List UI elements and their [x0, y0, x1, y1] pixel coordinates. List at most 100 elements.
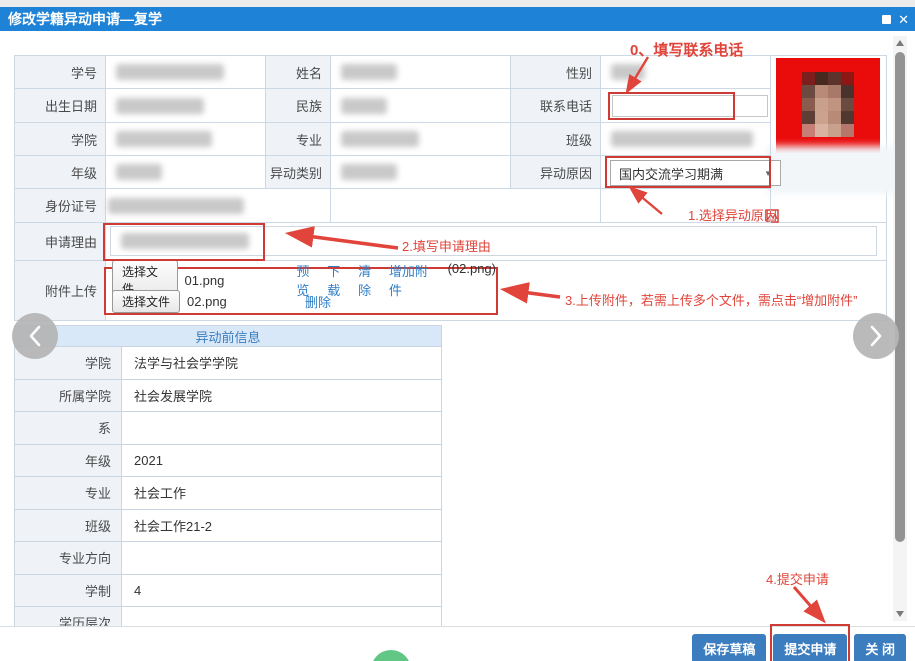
modal-footer: 保存草稿 提交申请 关 闭	[0, 626, 915, 661]
photo-cell	[771, 56, 887, 223]
major-label: 专业	[266, 123, 331, 156]
redacted-blur	[341, 98, 387, 114]
ethnicity-value	[331, 89, 511, 123]
row-label: 专业方向	[15, 542, 122, 574]
student-id-value	[106, 56, 266, 89]
table-row: 年级 2021	[15, 444, 441, 477]
redacted-blur	[121, 233, 249, 249]
row-value: 法学与社会学学院	[122, 347, 441, 379]
birth-date-value	[106, 89, 266, 123]
change-reason-label: 异动原因	[511, 156, 601, 189]
change-type-value	[331, 156, 511, 189]
photo-red-background	[776, 58, 880, 153]
annotation-step1: 1.选择异动原因	[688, 205, 777, 224]
redacted-blur	[611, 64, 645, 80]
row-value: 社会工作	[122, 477, 441, 509]
grade-value	[106, 156, 266, 189]
ethnicity-label: 民族	[266, 89, 331, 123]
file-name: 01.png	[185, 273, 297, 288]
change-type-label: 异动类别	[266, 156, 331, 189]
change-reason-select[interactable]: 国内交流学习期满 ▼	[610, 160, 781, 186]
delete-link[interactable]: 删除	[305, 292, 331, 311]
phone-cell	[601, 89, 771, 123]
apply-reason-label: 申请理由	[15, 223, 106, 261]
student-id-label: 学号	[15, 56, 106, 89]
phone-label: 联系电话	[511, 89, 601, 123]
row-label: 班级	[15, 510, 122, 542]
id-number-value	[106, 189, 331, 223]
student-change-application-modal: 修改学籍异动申请—复学 ✕ 学号 姓名 性别	[0, 0, 915, 661]
attachment-row-1: 选择文件 01.png 预览 下载 清除 增加附件 (02.png)	[112, 270, 496, 291]
name-label: 姓名	[266, 56, 331, 89]
class-value	[601, 123, 771, 156]
save-draft-button[interactable]: 保存草稿	[692, 634, 766, 661]
annotation-step2: 2.填写申请理由	[402, 236, 491, 255]
id-number-label: 身份证号	[15, 189, 106, 223]
row-value: 社会工作21-2	[122, 510, 441, 542]
row-label: 专业	[15, 477, 122, 509]
scroll-up-icon[interactable]	[896, 40, 904, 46]
change-reason-cell: 国内交流学习期满 ▼	[601, 156, 771, 189]
row-value: 4	[122, 575, 441, 607]
before-info-header: 异动前信息	[15, 326, 441, 346]
grade-label: 年级	[15, 156, 106, 189]
modal-title: 修改学籍异动申请—复学	[0, 9, 162, 29]
chevron-right-icon	[869, 325, 883, 347]
table-row: 班级 社会工作21-2	[15, 509, 441, 542]
pixelated-face	[802, 72, 854, 137]
apply-reason-textarea[interactable]	[110, 226, 877, 256]
birth-date-label: 出生日期	[15, 89, 106, 123]
row-value: 2021	[122, 445, 441, 477]
attachment-label: 附件上传	[15, 261, 106, 321]
row-label: 年级	[15, 445, 122, 477]
choose-file-button[interactable]: 选择文件	[112, 290, 180, 313]
table-row: 学制 4	[15, 574, 441, 607]
carousel-next-button[interactable]	[853, 313, 899, 359]
phone-input[interactable]	[612, 95, 768, 117]
close-icon[interactable]: ✕	[898, 13, 909, 26]
close-button[interactable]: 关 闭	[854, 634, 906, 661]
chevron-left-icon	[28, 325, 42, 347]
carousel-prev-button[interactable]	[12, 313, 58, 359]
row-value: 社会发展学院	[122, 380, 441, 412]
redacted-blur	[116, 164, 162, 180]
annotation-step0: 0、填写联系电话	[630, 39, 743, 60]
submit-application-button[interactable]: 提交申请	[773, 634, 847, 661]
chevron-down-icon: ▼	[764, 169, 772, 178]
gender-label: 性别	[511, 56, 601, 89]
redacted-blur	[116, 131, 212, 147]
redacted-blur	[611, 131, 753, 147]
attachment-row-2: 选择文件 02.png 删除	[112, 291, 496, 312]
table-row: 所属学院 社会发展学院	[15, 379, 441, 412]
redacted-blur	[766, 146, 898, 194]
class-label: 班级	[511, 123, 601, 156]
redacted-blur	[108, 198, 244, 214]
scroll-down-icon[interactable]	[896, 611, 904, 617]
redacted-blur	[341, 131, 419, 147]
row-value	[122, 542, 441, 574]
empty-cell	[331, 189, 601, 223]
annotation-step4: 4.提交申请	[766, 569, 829, 588]
redacted-blur	[116, 64, 224, 80]
scrollbar-thumb[interactable]	[895, 52, 905, 542]
redacted-blur	[341, 64, 397, 80]
file-name: 02.png	[187, 294, 305, 309]
name-value	[331, 56, 511, 89]
table-row: 专业 社会工作	[15, 476, 441, 509]
redacted-blur	[116, 98, 204, 114]
gender-value	[601, 56, 771, 89]
redacted-blur	[341, 164, 397, 180]
attachment-upload-box: 选择文件 01.png 预览 下载 清除 增加附件 (02.png) 选择文件 …	[104, 267, 498, 315]
major-value	[331, 123, 511, 156]
row-label: 学制	[15, 575, 122, 607]
change-reason-selected-value: 国内交流学习期满	[619, 164, 723, 183]
row-label: 所属学院	[15, 380, 122, 412]
apply-reason-cell	[106, 223, 887, 261]
maximize-icon[interactable]	[882, 15, 891, 24]
table-row: 学院 法学与社会学学院	[15, 346, 441, 379]
page-top-edge	[0, 0, 915, 7]
modal-titlebar: 修改学籍异动申请—复学 ✕	[0, 7, 915, 31]
id-photo	[776, 58, 880, 198]
table-row: 专业方向	[15, 541, 441, 574]
annotation-step3: 3.上传附件，若需上传多个文件，需点击“增加附件”	[565, 290, 858, 309]
